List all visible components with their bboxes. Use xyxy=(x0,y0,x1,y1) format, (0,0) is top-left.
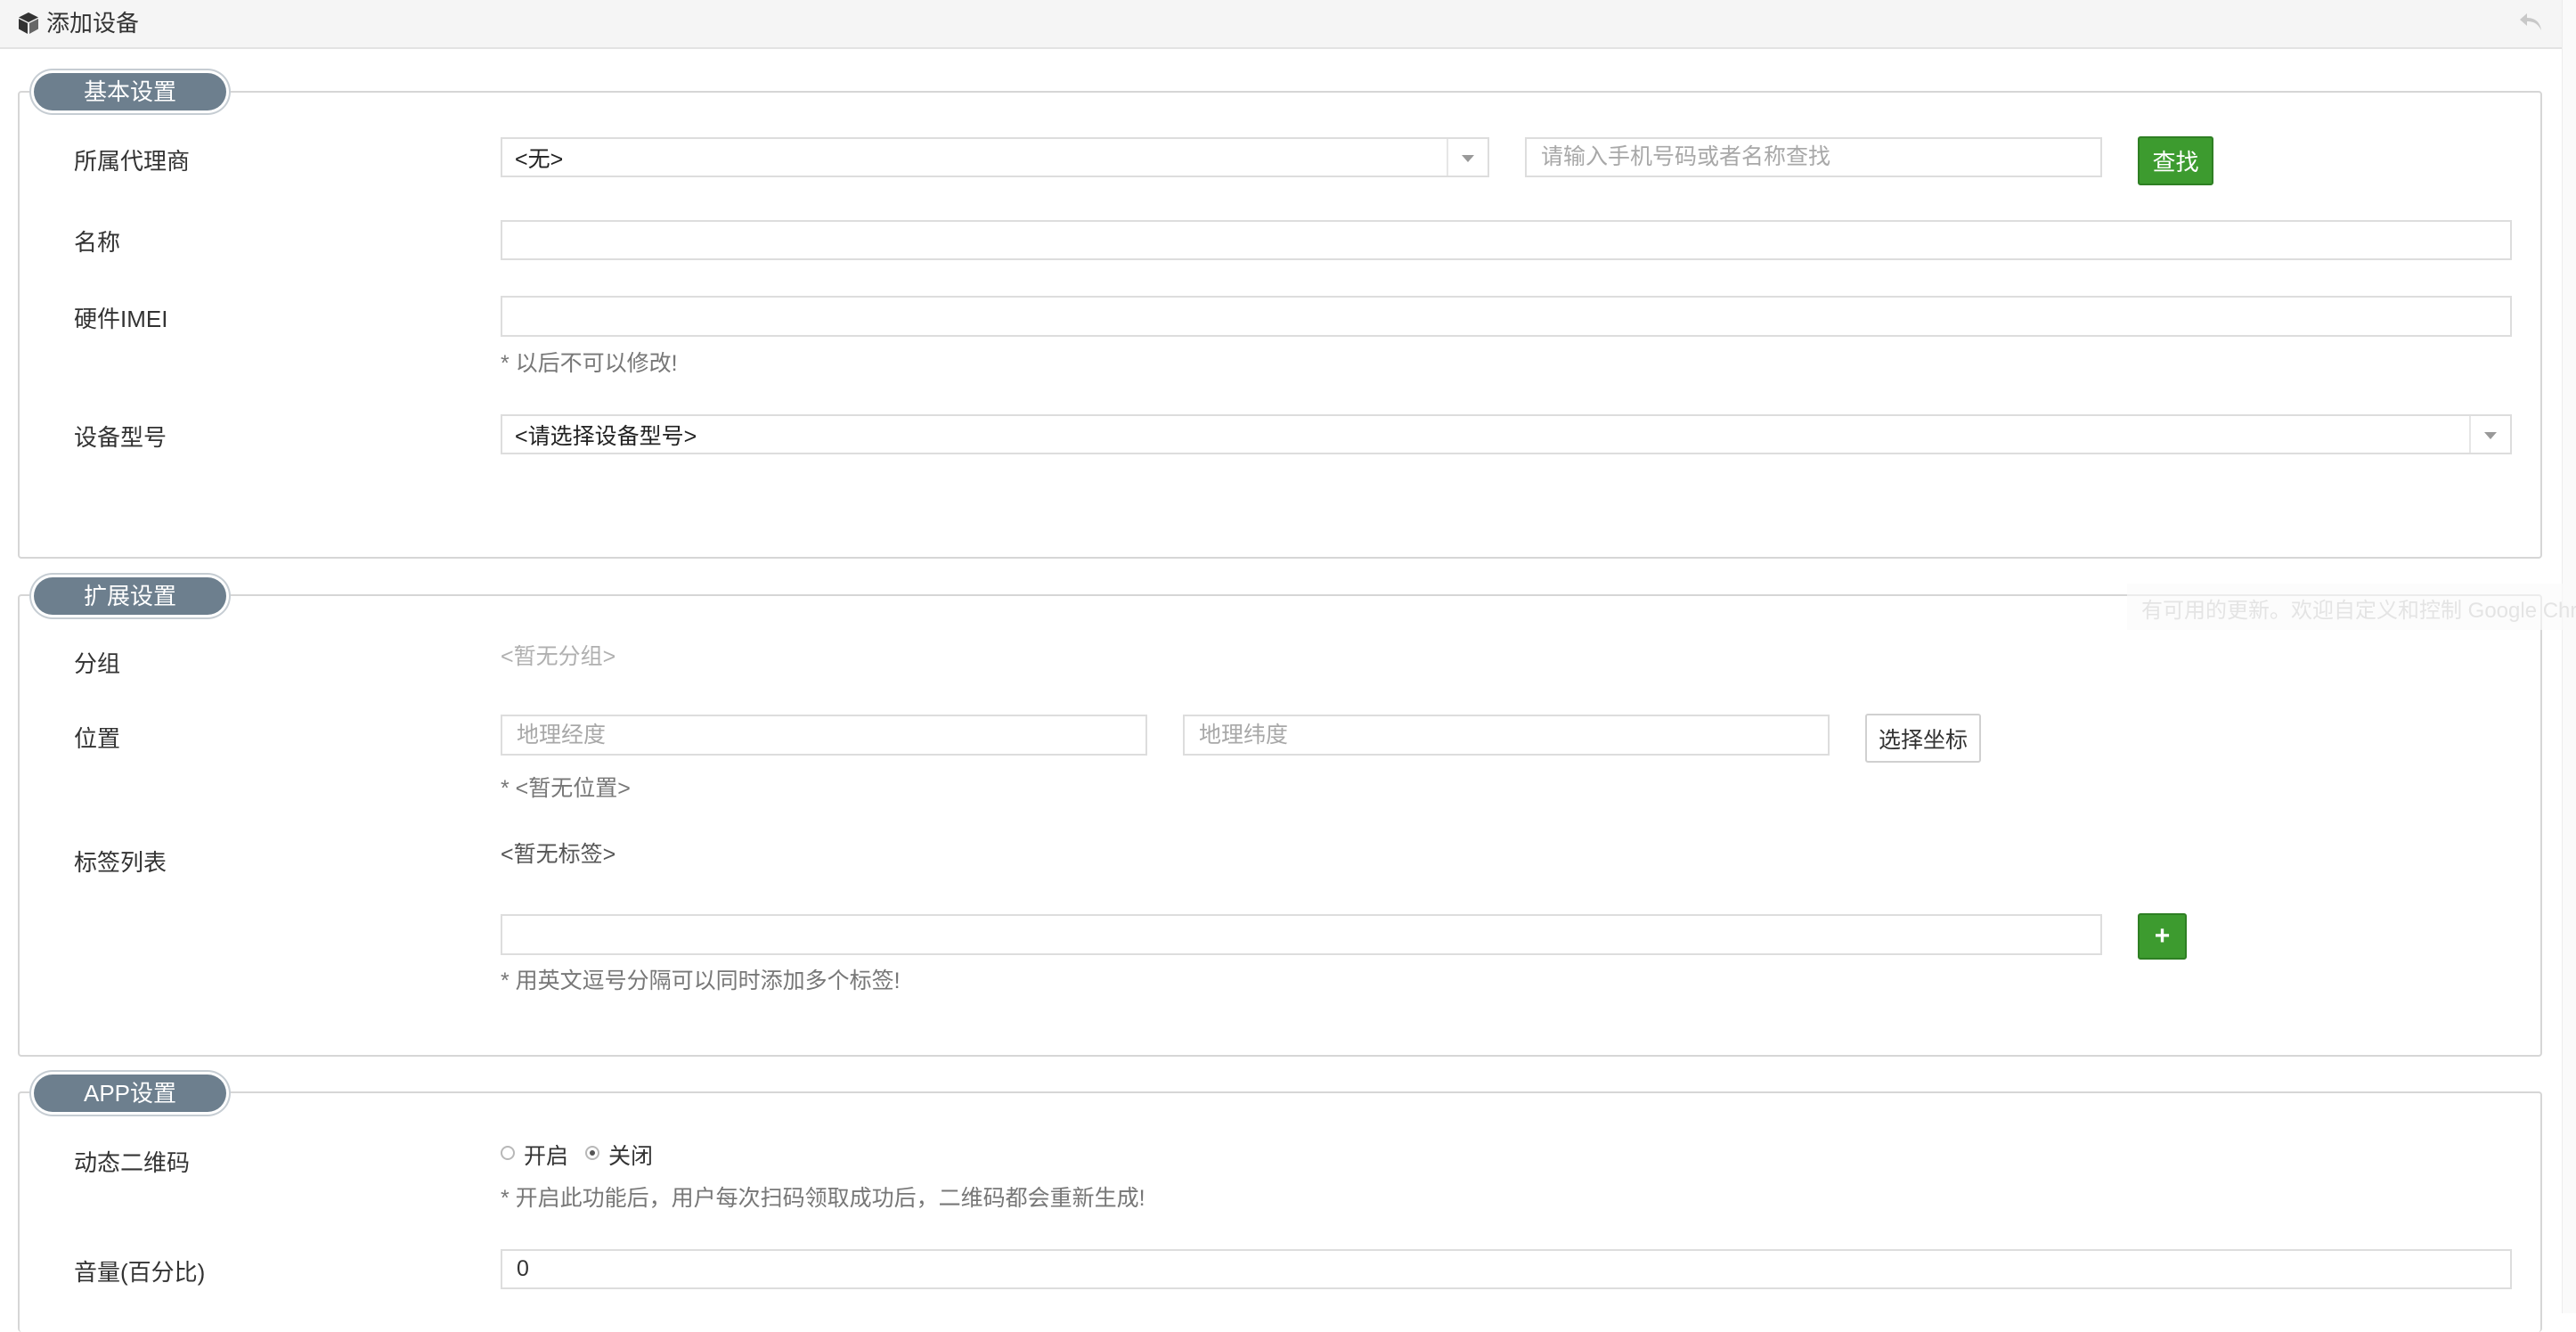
latitude-input[interactable] xyxy=(1183,715,1830,756)
add-tag-button[interactable]: + xyxy=(2138,913,2187,960)
app-settings-section xyxy=(18,1091,2542,1332)
volume-input[interactable] xyxy=(501,1249,2512,1289)
extended-settings-section xyxy=(18,594,2542,1057)
section-title-basic: 基本设置 xyxy=(34,73,227,110)
radio-qr-off-label[interactable]: 关闭 xyxy=(608,1142,653,1171)
name-input[interactable] xyxy=(501,220,2512,260)
group-label: 分组 xyxy=(74,650,121,677)
imei-input[interactable] xyxy=(501,296,2512,337)
volume-label: 音量(百分比) xyxy=(74,1259,206,1286)
tags-label: 标签列表 xyxy=(74,849,167,876)
section-title-extended: 扩展设置 xyxy=(34,577,227,615)
chevron-down-icon[interactable] xyxy=(1447,139,1488,176)
radio-qr-on-label[interactable]: 开启 xyxy=(524,1142,568,1171)
page-title: 添加设备 xyxy=(46,10,140,37)
update-notification: 有可用的更新。欢迎自定义和控制 Google Chrom xyxy=(2127,584,2576,630)
agent-label: 所属代理商 xyxy=(74,148,191,175)
tags-current: <暂无标签> xyxy=(501,842,616,867)
agent-selected-value: <无> xyxy=(515,146,564,172)
dynamic-qr-label: 动态二维码 xyxy=(74,1149,191,1176)
top-bar: 添加设备 xyxy=(0,0,2562,49)
agent-search-input[interactable] xyxy=(1525,137,2102,177)
update-notification-text: 有可用的更新。欢迎自定义和控制 Google Chrom xyxy=(2141,599,2576,623)
agent-select[interactable]: <无> xyxy=(501,137,1489,177)
cube-icon xyxy=(19,12,38,34)
name-label: 名称 xyxy=(74,229,121,256)
tags-hint: * 用英文逗号分隔可以同时添加多个标签! xyxy=(501,968,901,993)
group-value: <暂无分组> xyxy=(501,644,616,669)
vertical-scrollbar[interactable] xyxy=(2562,0,2576,1313)
chevron-down-icon[interactable] xyxy=(2469,416,2510,453)
section-title-app: APP设置 xyxy=(34,1075,227,1112)
location-label: 位置 xyxy=(74,725,121,752)
search-button[interactable]: 查找 xyxy=(2138,136,2213,185)
longitude-input[interactable] xyxy=(501,715,1147,756)
imei-hint: * 以后不可以修改! xyxy=(501,351,678,376)
location-hint: * <暂无位置> xyxy=(501,776,631,801)
undo-icon[interactable] xyxy=(2517,11,2544,34)
dynamic-qr-hint: * 开启此功能后，用户每次扫码领取成功后，二维码都会重新生成! xyxy=(501,1186,1145,1211)
radio-qr-on[interactable] xyxy=(501,1146,515,1160)
tags-input[interactable] xyxy=(501,914,2102,955)
pick-coordinate-button[interactable]: 选择坐标 xyxy=(1865,714,1981,763)
model-label: 设备型号 xyxy=(74,424,167,451)
imei-label: 硬件IMEI xyxy=(74,306,168,332)
model-selected-value: <请选择设备型号> xyxy=(515,423,697,449)
model-select[interactable]: <请选择设备型号> xyxy=(501,414,2512,454)
radio-qr-off[interactable] xyxy=(585,1146,599,1160)
